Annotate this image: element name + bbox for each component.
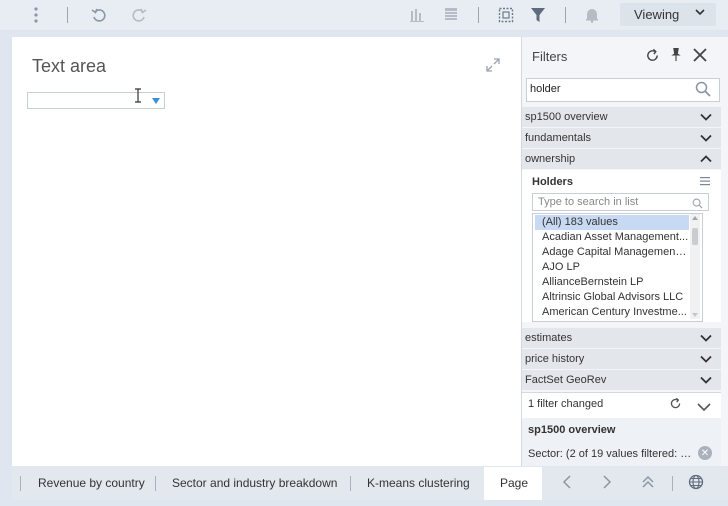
- left-gutter: [0, 37, 12, 506]
- reset-icon[interactable]: [645, 48, 660, 68]
- filter-section-label: ownership: [525, 153, 576, 165]
- toolbar-divider: [67, 7, 68, 23]
- filter-section-fundamentals[interactable]: fundamentals: [522, 128, 721, 149]
- tab-divider: [20, 476, 21, 491]
- bell-icon[interactable]: [583, 5, 601, 25]
- filter-section-ownership[interactable]: ownership: [522, 149, 721, 170]
- tab-sector-and-industry-breakdown[interactable]: Sector and industry breakdown: [172, 476, 337, 490]
- changed-group-label: sp1500 overview: [528, 424, 616, 436]
- chevron-down-icon: [700, 353, 712, 368]
- filter-section-label: FactSet GeoRev: [525, 374, 607, 386]
- list-item[interactable]: Acadian Asset Management...: [535, 230, 689, 245]
- chevron-up-icon: [700, 153, 712, 168]
- chevron-down-icon: [694, 6, 706, 21]
- holders-list: (All) 183 values Acadian Asset Managemen…: [532, 213, 703, 322]
- close-icon[interactable]: ✕: [698, 446, 712, 460]
- mode-dropdown[interactable]: Viewing: [620, 3, 716, 26]
- text-area-title: Text area: [32, 56, 107, 76]
- list-item[interactable]: AJO LP: [535, 260, 689, 275]
- chevron-right-icon[interactable]: [601, 473, 613, 496]
- filter-search-value: holder: [530, 83, 561, 95]
- tab-page[interactable]: Page: [500, 476, 528, 490]
- filter-section-label: fundamentals: [525, 132, 592, 144]
- filter-section-price-history[interactable]: price history: [522, 349, 721, 370]
- filter-section-label: estimates: [525, 332, 573, 344]
- redo-icon[interactable]: [130, 5, 148, 25]
- chevron-down-icon: [700, 374, 712, 389]
- filter-section-label: price history: [525, 353, 585, 365]
- menu-icon[interactable]: [700, 173, 710, 191]
- chevron-left-icon[interactable]: [561, 473, 573, 496]
- holders-label: Holders: [532, 176, 573, 188]
- table-icon[interactable]: [443, 5, 459, 25]
- double-chevron-up-icon[interactable]: [641, 473, 655, 496]
- tab-divider: [155, 476, 156, 491]
- filters-title: Filters: [532, 49, 568, 64]
- search-icon: [692, 196, 703, 214]
- text-cursor-icon: [135, 88, 141, 108]
- filter-icon[interactable]: [529, 5, 547, 25]
- chevron-down-icon: [700, 111, 712, 126]
- filter-section-factset-georev[interactable]: FactSet GeoRev: [522, 370, 721, 391]
- globe-icon[interactable]: [688, 474, 704, 495]
- filters-changed-summary: 1 filter changed: [528, 398, 604, 410]
- tab-divider: [672, 476, 673, 491]
- list-item[interactable]: AllianceBernstein LP: [535, 275, 689, 290]
- reset-icon[interactable]: [669, 397, 682, 415]
- toolbar-divider: [478, 7, 479, 23]
- filter-section-estimates[interactable]: estimates: [522, 328, 721, 349]
- list-item[interactable]: (All) 183 values: [535, 215, 689, 230]
- list-item[interactable]: American Century Investme...: [535, 305, 689, 320]
- dropdown-arrow-icon: [152, 98, 160, 104]
- changed-filter-text: Sector: (2 of 19 values filtered: C...: [528, 448, 694, 460]
- search-icon[interactable]: [695, 81, 711, 102]
- pin-icon[interactable]: [670, 47, 682, 67]
- holders-search-placeholder: Type to search in list: [538, 196, 639, 208]
- tab-k-means-clustering[interactable]: K-means clustering: [367, 476, 470, 490]
- select-icon[interactable]: [497, 5, 515, 25]
- filter-section-sp1500-overview[interactable]: sp1500 overview: [522, 107, 721, 128]
- chevron-down-icon: [700, 332, 712, 347]
- list-item[interactable]: Altrinsic Global Advisors LLC: [535, 290, 689, 305]
- scrollbar-thumb[interactable]: [692, 228, 698, 245]
- undo-icon[interactable]: [90, 5, 108, 25]
- top-toolbar: [0, 0, 728, 30]
- chevron-down-icon[interactable]: [697, 399, 711, 417]
- close-icon[interactable]: [693, 48, 707, 67]
- chevron-down-icon: [700, 132, 712, 147]
- filter-section-label: sp1500 overview: [525, 111, 608, 123]
- bar-chart-icon[interactable]: [409, 5, 425, 25]
- tab-revenue-by-country[interactable]: Revenue by country: [38, 476, 145, 490]
- text-area-dropdown[interactable]: [27, 92, 165, 109]
- mode-label: Viewing: [634, 7, 680, 22]
- tab-divider: [350, 476, 351, 491]
- toolbar-divider: [565, 7, 566, 23]
- expand-icon[interactable]: [486, 58, 500, 77]
- list-item[interactable]: Adage Capital Management ...: [535, 245, 689, 260]
- more-vertical-icon[interactable]: [30, 5, 42, 25]
